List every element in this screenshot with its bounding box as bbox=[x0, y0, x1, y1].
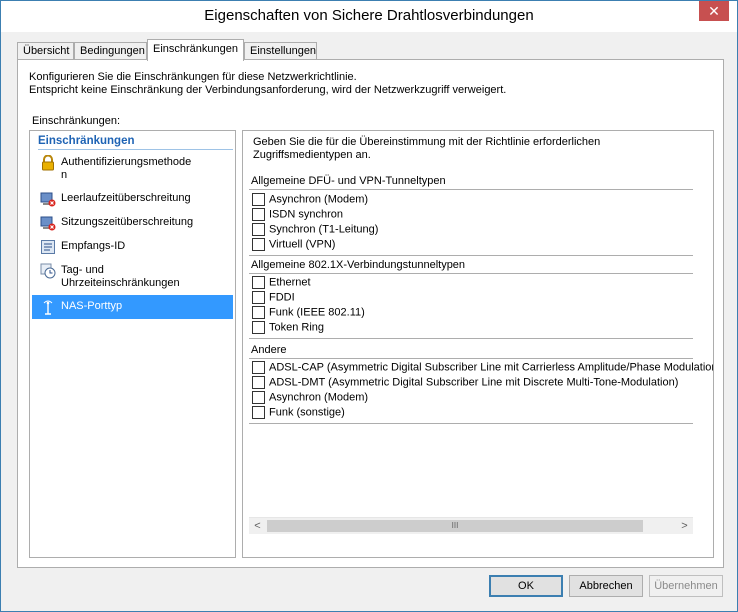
nav-header-divider bbox=[38, 149, 233, 150]
nav-item-label: Authentifizierungsmethode n bbox=[61, 156, 192, 181]
checkbox-box[interactable] bbox=[252, 208, 265, 221]
nav-header: Einschränkungen bbox=[38, 135, 135, 147]
nav-item-nas-port-type[interactable]: NAS-Porttyp bbox=[32, 295, 233, 319]
tab-overview[interactable]: Übersicht bbox=[17, 42, 74, 60]
tab-panel-restrictions: Konfigurieren Sie die Einschränkungen fü… bbox=[17, 59, 724, 568]
checkbox-box[interactable] bbox=[252, 238, 265, 251]
description-line-1: Konfigurieren Sie die Einschränkungen fü… bbox=[29, 71, 357, 83]
checkbox-async-modem[interactable]: Asynchron (Modem) bbox=[252, 193, 368, 207]
checkbox-label: ADSL-DMT (Asymmetric Digital Subscriber … bbox=[269, 376, 679, 389]
nav-item-day-time[interactable]: Tag- und Uhrzeiteinschränkungen bbox=[32, 263, 233, 293]
scroll-right-icon[interactable]: > bbox=[676, 518, 693, 535]
group-divider bbox=[249, 255, 693, 256]
group-divider bbox=[249, 358, 693, 359]
group-title-dialup-vpn: Allgemeine DFÜ- und VPN-Tunneltypen bbox=[251, 175, 446, 187]
checkbox-fddi[interactable]: FDDI bbox=[252, 291, 295, 305]
checkbox-label: Token Ring bbox=[269, 321, 325, 334]
checkbox-box[interactable] bbox=[252, 306, 265, 319]
nav-item-called-station-id[interactable]: Empfangs-ID bbox=[32, 239, 233, 256]
scroll-thumb[interactable]: III bbox=[267, 520, 643, 532]
intro-line-1: Geben Sie die für die Übereinstimmung mi… bbox=[253, 136, 601, 148]
nav-item-label: NAS-Porttyp bbox=[61, 300, 123, 312]
tab-restrictions[interactable]: Einschränkungen bbox=[147, 39, 244, 61]
tab-conditions[interactable]: Bedingungen bbox=[74, 42, 147, 60]
nav-item-session-timeout[interactable]: Sitzungszeitüberschreitung bbox=[32, 215, 233, 232]
checkbox-label: Funk (sonstige) bbox=[269, 406, 345, 419]
checkbox-box[interactable] bbox=[252, 291, 265, 304]
checkbox-label: Funk (IEEE 802.11) bbox=[269, 306, 365, 319]
checkbox-box[interactable] bbox=[252, 276, 265, 289]
description-line-2: Entspricht keine Einschränkung der Verbi… bbox=[29, 84, 507, 96]
nav-item-label: Sitzungszeitüberschreitung bbox=[61, 216, 194, 228]
dialog-window: Eigenschaften von Sichere Drahtlosverbin… bbox=[0, 0, 738, 612]
lock-icon bbox=[40, 154, 56, 171]
checkbox-adsl-dmt[interactable]: ADSL-DMT (Asymmetric Digital Subscriber … bbox=[252, 376, 678, 390]
checkbox-label: Ethernet bbox=[269, 276, 311, 289]
group-divider bbox=[249, 423, 693, 424]
checkbox-label: ADSL-CAP (Asymmetric Digital Subscriber … bbox=[269, 361, 714, 374]
idle-timeout-icon bbox=[40, 191, 56, 207]
title-bar: Eigenschaften von Sichere Drahtlosverbin… bbox=[1, 1, 737, 32]
checkbox-box[interactable] bbox=[252, 406, 265, 419]
group-title-other: Andere bbox=[251, 344, 287, 356]
tab-settings[interactable]: Einstellungen bbox=[244, 42, 317, 60]
checkbox-label: Synchron (T1-Leitung) bbox=[269, 223, 379, 236]
nav-item-label: Empfangs-ID bbox=[61, 240, 126, 252]
intro-text: Geben Sie die für die Übereinstimmung mi… bbox=[253, 136, 600, 162]
ok-button[interactable]: OK bbox=[489, 575, 563, 597]
session-timeout-icon bbox=[40, 215, 56, 231]
restrictions-nav: Einschränkungen Authentifizierungsmethod… bbox=[29, 130, 236, 558]
checkbox-box[interactable] bbox=[252, 361, 265, 374]
nas-port-type-panel: Geben Sie die für die Übereinstimmung mi… bbox=[242, 130, 714, 558]
checkbox-box[interactable] bbox=[252, 321, 265, 334]
nas-port-icon bbox=[40, 299, 56, 315]
group-divider bbox=[249, 273, 693, 274]
nav-item-label: Tag- und Uhrzeiteinschränkungen bbox=[61, 264, 180, 289]
intro-line-2: Zugriffsmedientypen an. bbox=[253, 149, 371, 161]
checkbox-label: Virtuell (VPN) bbox=[269, 238, 336, 251]
checkbox-ethernet[interactable]: Ethernet bbox=[252, 276, 311, 290]
checkbox-async-modem-other[interactable]: Asynchron (Modem) bbox=[252, 391, 368, 405]
restrictions-label: Einschränkungen: bbox=[32, 115, 121, 127]
window-title: Eigenschaften von Sichere Drahtlosverbin… bbox=[204, 7, 534, 24]
checkbox-label: Asynchron (Modem) bbox=[269, 391, 369, 404]
group-title-8021x: Allgemeine 802.1X-Verbindungstunneltypen bbox=[251, 259, 466, 271]
nav-item-label: Leerlaufzeitüberschreitung bbox=[61, 192, 191, 204]
called-station-id-icon bbox=[40, 239, 56, 255]
nav-item-authentication[interactable]: Authentifizierungsmethode n bbox=[32, 154, 233, 185]
group-divider bbox=[249, 338, 693, 339]
apply-button[interactable]: Übernehmen bbox=[649, 575, 723, 597]
checkbox-wireless-80211[interactable]: Funk (IEEE 802.11) bbox=[252, 306, 365, 320]
horizontal-scrollbar[interactable]: < III > bbox=[249, 517, 693, 534]
checkbox-label: Asynchron (Modem) bbox=[269, 193, 369, 206]
checkbox-label: FDDI bbox=[269, 291, 295, 304]
checkbox-adsl-cap[interactable]: ADSL-CAP (Asymmetric Digital Subscriber … bbox=[252, 361, 714, 375]
checkbox-virtual-vpn[interactable]: Virtuell (VPN) bbox=[252, 238, 335, 252]
checkbox-wireless-other[interactable]: Funk (sonstige) bbox=[252, 406, 345, 420]
cancel-button[interactable]: Abbrechen bbox=[569, 575, 643, 597]
checkbox-box[interactable] bbox=[252, 376, 265, 389]
nav-item-idle-timeout[interactable]: Leerlaufzeitüberschreitung bbox=[32, 191, 233, 208]
checkbox-box[interactable] bbox=[252, 223, 265, 236]
scroll-left-icon[interactable]: < bbox=[249, 518, 266, 535]
clock-icon bbox=[40, 263, 56, 279]
checkbox-token-ring[interactable]: Token Ring bbox=[252, 321, 324, 335]
checkbox-sync-t1[interactable]: Synchron (T1-Leitung) bbox=[252, 223, 378, 237]
checkbox-isdn-sync[interactable]: ISDN synchron bbox=[252, 208, 343, 222]
checkbox-box[interactable] bbox=[252, 193, 265, 206]
description: Konfigurieren Sie die Einschränkungen fü… bbox=[29, 71, 506, 97]
group-divider bbox=[249, 189, 693, 190]
close-button[interactable]: ✕ bbox=[699, 1, 729, 21]
checkbox-box[interactable] bbox=[252, 391, 265, 404]
checkbox-label: ISDN synchron bbox=[269, 208, 343, 221]
